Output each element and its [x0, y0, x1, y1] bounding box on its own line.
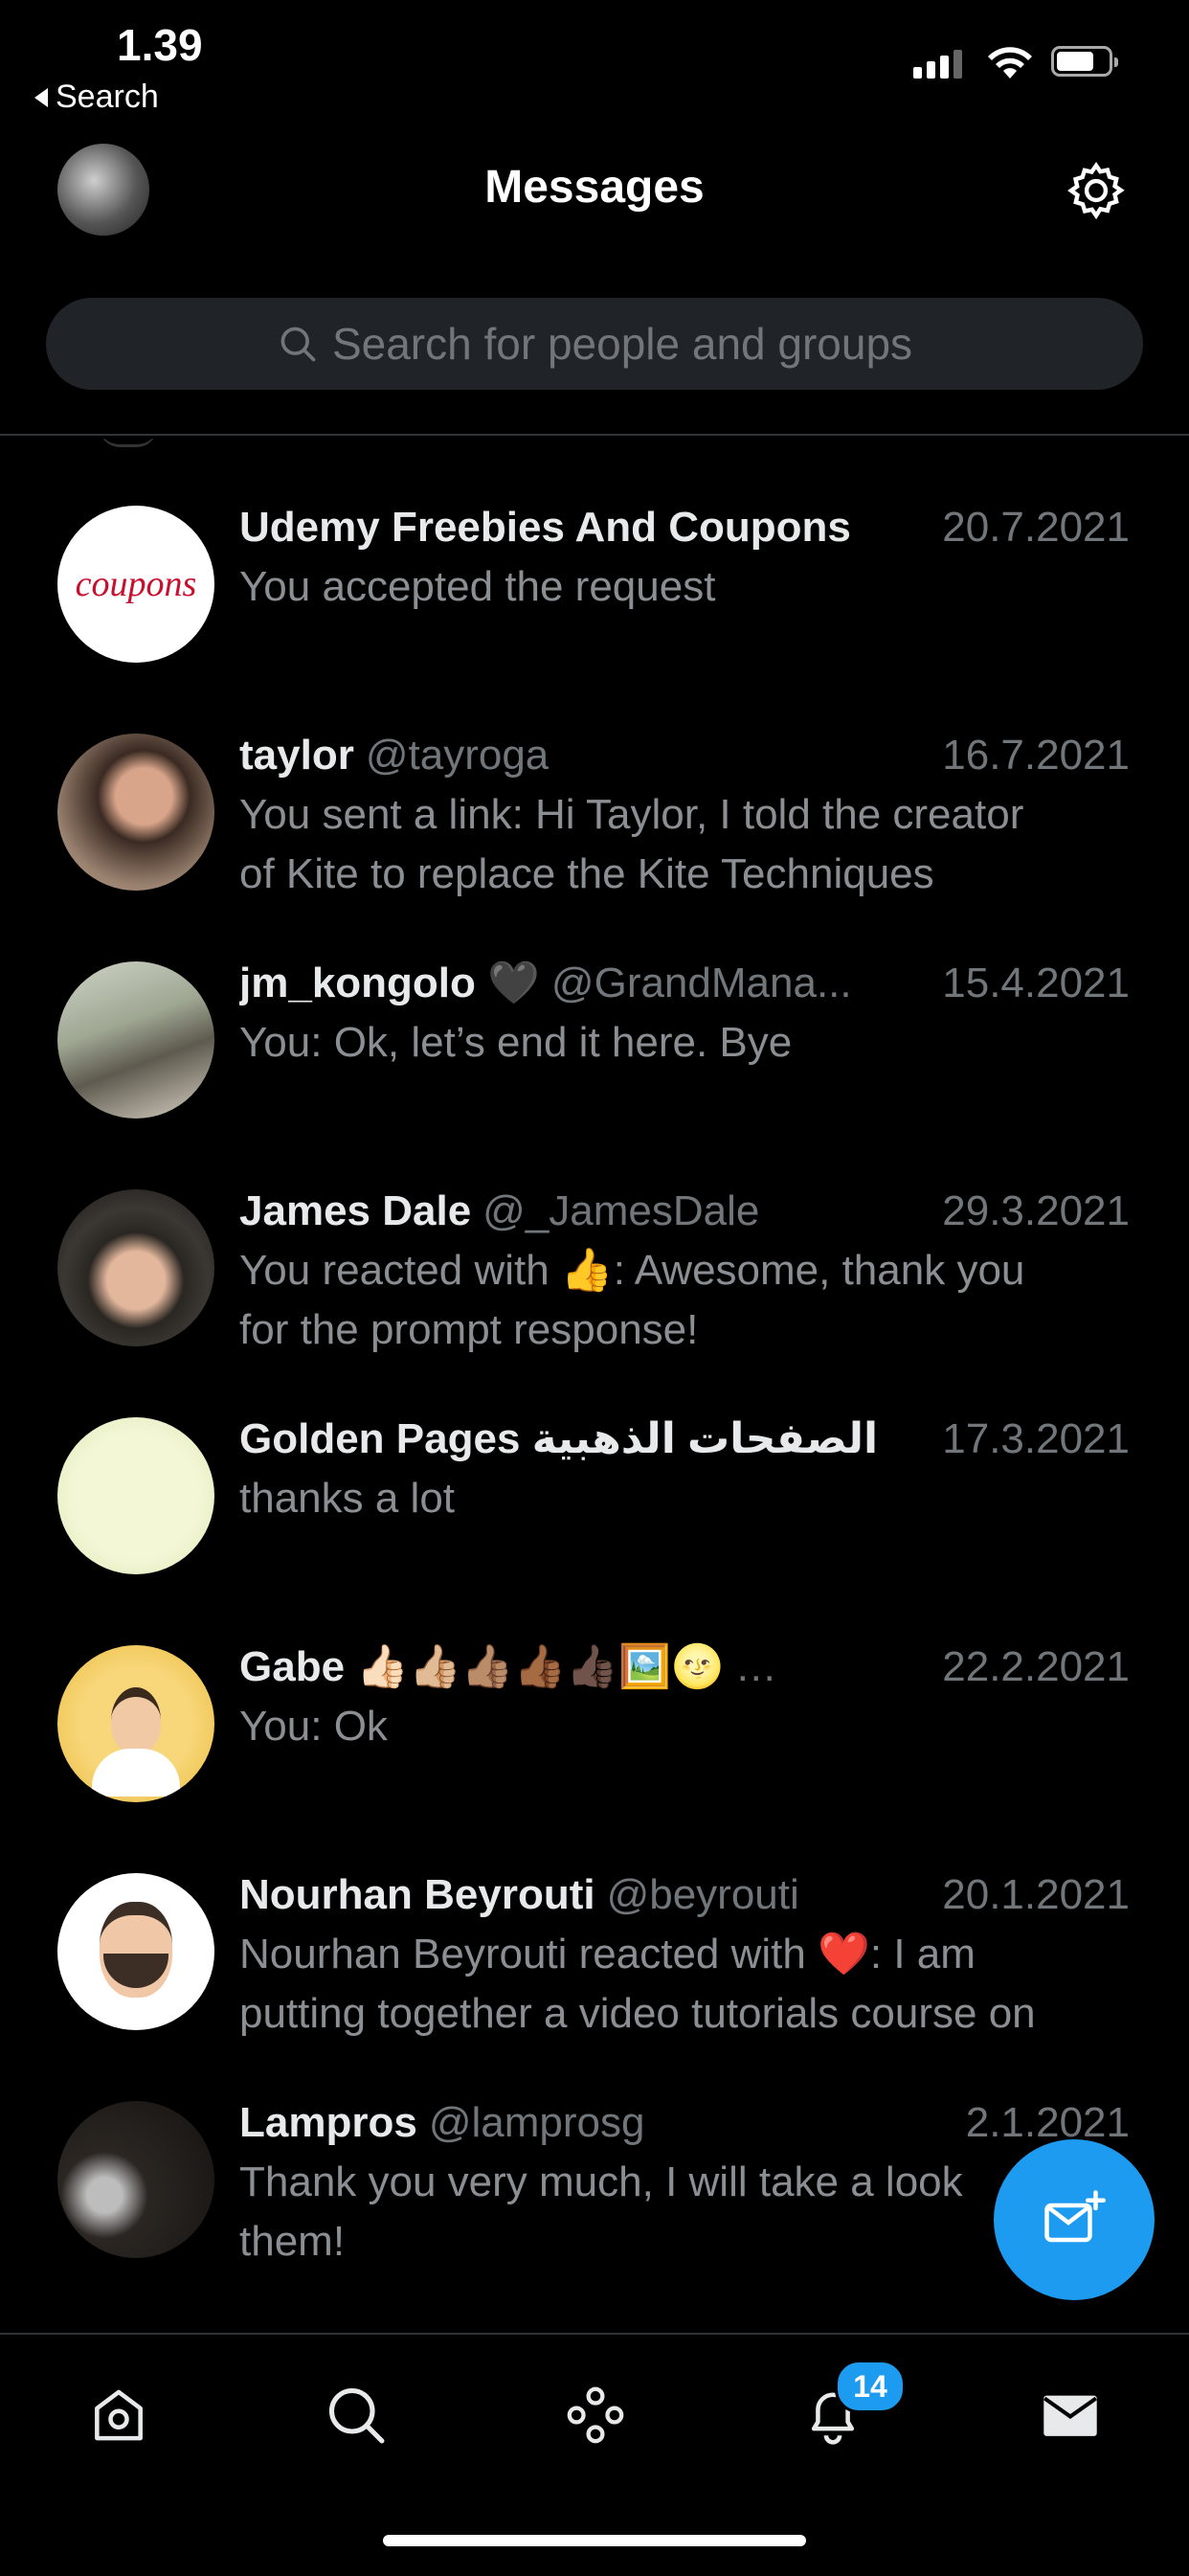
back-label: Search [56, 79, 159, 115]
message-preview: You: Ok, let’s end it here. Bye [239, 1019, 793, 1066]
conversation-date: 20.7.2021 [942, 504, 1130, 551]
conversation-name: James Dale [239, 1187, 472, 1234]
search-icon [328, 2387, 385, 2444]
cartoon-body [92, 1749, 180, 1796]
conversation-name: Udemy Freebies And Coupons [239, 504, 851, 551]
conversation-row[interactable]: taylor @tayroga 16.7.2021 You sent a lin… [0, 667, 1189, 897]
page-title: Messages [484, 162, 705, 213]
settings-gear-icon[interactable] [1065, 159, 1128, 222]
notifications-count-badge: 14 [835, 2360, 906, 2413]
conversation-handle: @GrandMana... [550, 960, 852, 1006]
avatar[interactable] [57, 734, 214, 891]
conversation-list[interactable]: coupons Udemy Freebies And Coupons 20.7.… [0, 439, 1189, 2333]
conversation-handle: @lamprosg [428, 2099, 645, 2146]
conversation-handle: @beyrouti [606, 1871, 799, 1918]
avatar[interactable]: coupons [57, 506, 214, 663]
conversation-handle: … [734, 1643, 777, 1690]
header-divider [0, 434, 1189, 436]
conversation-row[interactable]: coupons Udemy Freebies And Coupons 20.7.… [0, 439, 1189, 667]
message-preview: thanks a lot [239, 1475, 456, 1522]
conversation-name: Lampros [239, 2099, 417, 2146]
conversation-row[interactable]: Gabe 👍🏻👍🏼👍🏽👍🏾👍🏿🖼️🌝 … 22.2.2021 You: Ok [0, 1578, 1189, 1806]
conversation-name: Golden Pages الصفحات الذهبية [239, 1415, 879, 1462]
status-time: 1.39 [117, 20, 203, 70]
tab-spaces[interactable] [557, 2377, 634, 2453]
new-message-button[interactable] [994, 2139, 1155, 2300]
conversation-handle: @tayroga [365, 732, 550, 779]
conversation-date: 29.3.2021 [942, 1187, 1130, 1234]
search-placeholder: Search for people and groups [331, 319, 913, 369]
avatar[interactable] [57, 1873, 214, 2030]
conversation-handle: @_JamesDale [482, 1187, 760, 1234]
cartoon-face [111, 1687, 161, 1754]
tab-messages[interactable] [1032, 2377, 1109, 2453]
envelope-icon [1043, 2395, 1098, 2436]
tab-home[interactable] [80, 2377, 157, 2453]
message-preview: You reacted with 👍: Awesome, thank you [239, 1247, 1025, 1294]
message-preview: You accepted the request [239, 563, 716, 610]
avatar[interactable] [57, 1189, 214, 1346]
compose-message-icon [1044, 2190, 1106, 2243]
conversation-row[interactable]: jm_kongolo 🖤 @GrandMana... 15.4.2021 You… [0, 894, 1189, 1122]
search-input[interactable]: Search for people and groups [46, 298, 1143, 390]
avatar[interactable] [57, 2101, 214, 2258]
conversation-date: 17.3.2021 [942, 1415, 1130, 1462]
search-icon [280, 327, 316, 362]
conversation-date: 15.4.2021 [942, 960, 1130, 1006]
back-arrow-icon [34, 87, 48, 107]
communities-icon [567, 2386, 624, 2444]
message-preview: You: Ok [239, 1703, 388, 1750]
conversation-name: Gabe 👍🏻👍🏼👍🏽👍🏾👍🏿🖼️🌝 [239, 1643, 724, 1690]
conversation-date: 20.1.2021 [942, 1871, 1130, 1918]
avatar[interactable] [57, 1417, 214, 1574]
home-icon [95, 2389, 143, 2441]
coupons-logo: coupons [75, 564, 197, 604]
conversation-row[interactable]: Golden Pages الصفحات الذهبية 17.3.2021 t… [0, 1350, 1189, 1578]
conversation-date: 22.2.2021 [942, 1643, 1130, 1690]
conversation-name: taylor [239, 732, 354, 779]
conversation-row[interactable]: James Dale @_JamesDale 29.3.2021 You rea… [0, 1122, 1189, 1353]
back-to-search-link[interactable]: Search [34, 79, 159, 116]
avatar[interactable] [57, 1645, 214, 1802]
conversation-date: 16.7.2021 [942, 732, 1130, 779]
tab-explore[interactable] [318, 2377, 394, 2453]
conversation-row[interactable]: Nourhan Beyrouti @beyrouti 20.1.2021 Nou… [0, 1806, 1189, 2037]
wifi-icon [988, 47, 1032, 79]
conversation-name: Nourhan Beyrouti [239, 1871, 595, 1918]
battery-icon [1051, 46, 1118, 77]
conversation-name: jm_kongolo 🖤 [239, 960, 540, 1006]
avatar[interactable] [57, 961, 214, 1119]
message-preview: Nourhan Beyrouti reacted with ❤️: I am [239, 1931, 976, 1977]
home-indicator[interactable] [383, 2535, 806, 2546]
cellular-signal-icon [913, 50, 962, 79]
message-preview: You sent a link: Hi Taylor, I told the c… [239, 791, 1024, 838]
